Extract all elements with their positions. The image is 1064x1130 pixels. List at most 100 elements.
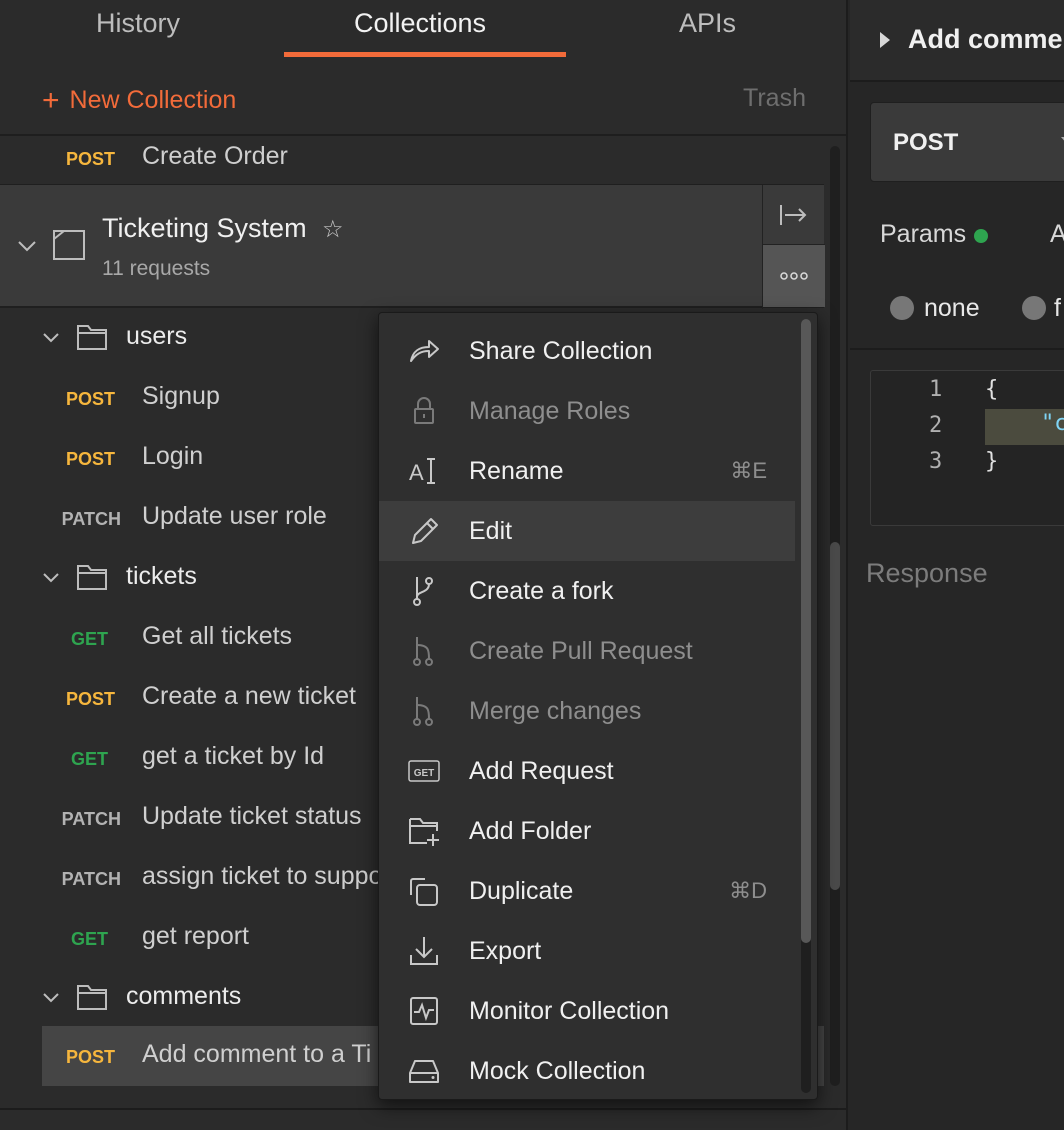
menu-item-create-fork[interactable]: Create a fork	[379, 561, 795, 621]
code-open-brace: {	[985, 377, 999, 402]
request-name: Login	[142, 442, 204, 470]
radio-label: f	[1054, 294, 1061, 322]
menu-item-export[interactable]: Export	[379, 921, 795, 981]
request-name: get report	[142, 922, 250, 950]
collection-folder-icon	[53, 230, 85, 260]
menu-item-label: Add Folder	[469, 817, 592, 845]
rename-icon: A	[409, 458, 435, 485]
tab-authorization[interactable]: A	[1050, 220, 1064, 249]
radio-none[interactable]	[890, 296, 914, 320]
more-horizontal-icon	[780, 272, 808, 280]
menu-item-add-request[interactable]: GET Add Request	[379, 741, 795, 801]
request-name: Create a new ticket	[142, 682, 356, 710]
menu-item-label: Duplicate	[469, 877, 574, 905]
monitor-icon	[410, 997, 438, 1025]
chevron-down-icon[interactable]	[14, 233, 40, 259]
menu-item-add-folder[interactable]: Add Folder	[379, 801, 795, 861]
request-name: assign ticket to suppo	[142, 862, 383, 890]
menu-item-mock-collection[interactable]: Mock Collection	[379, 1041, 795, 1101]
folder-icon	[77, 325, 107, 350]
radio-label: none	[924, 294, 980, 322]
folder-name: tickets	[126, 562, 197, 590]
menu-item-label: Monitor Collection	[469, 997, 670, 1025]
caret-right-icon[interactable]	[880, 32, 890, 48]
method-badge: POST	[65, 689, 115, 709]
menu-scrollbar-thumb[interactable]	[801, 319, 811, 943]
method-badge: POST	[65, 389, 115, 409]
arrow-to-right-icon	[780, 205, 807, 225]
request-name: Update user role	[142, 502, 327, 530]
mock-icon	[409, 1060, 439, 1083]
star-icon[interactable]: ☆	[322, 215, 344, 244]
chevron-down-icon[interactable]	[40, 326, 62, 348]
menu-item-edit[interactable]: Edit	[379, 501, 795, 561]
menu-item-merge-changes[interactable]: Merge changes	[379, 681, 795, 741]
pull-request-icon	[413, 637, 433, 666]
new-collection-button[interactable]: + New Collection	[42, 82, 236, 117]
response-heading: Response	[866, 558, 988, 588]
svg-text:A: A	[409, 460, 424, 485]
radio-form-data[interactable]	[1022, 296, 1046, 320]
export-icon	[410, 937, 438, 965]
chevron-down-icon[interactable]	[40, 566, 62, 588]
chevron-down-icon[interactable]	[40, 986, 62, 1008]
method-badge: POST	[65, 1047, 115, 1067]
menu-item-monitor-collection[interactable]: Monitor Collection	[379, 981, 795, 1041]
menu-item-duplicate[interactable]: Duplicate ⌘D	[379, 861, 795, 921]
code-close-brace: }	[985, 449, 999, 474]
folder-name: users	[126, 322, 188, 350]
request-tab[interactable]: Add commer	[850, 0, 1064, 82]
menu-item-rename[interactable]: A Rename ⌘E	[379, 441, 795, 501]
merge-icon	[413, 697, 433, 726]
sidebar-scrollbar-thumb[interactable]	[830, 542, 840, 890]
method-badge: GET	[70, 629, 108, 649]
shortcut-hint: ⌘E	[730, 458, 767, 483]
menu-item-label: Edit	[469, 517, 513, 545]
body-editor[interactable]: 1 2 3 { "c }	[870, 370, 1064, 526]
collection-side-actions	[762, 185, 825, 309]
svg-text:GET: GET	[414, 768, 435, 779]
request-title: Add commer	[908, 24, 1064, 54]
menu-item-label: Add Request	[469, 757, 614, 785]
active-tab-indicator	[284, 52, 566, 57]
line-number: 2	[929, 413, 943, 438]
method-badge: GET	[70, 929, 108, 949]
menu-item-create-pull-request[interactable]: Create Pull Request	[379, 621, 795, 681]
request-name: Add comment to a Ti	[142, 1040, 372, 1068]
menu-item-label: Manage Roles	[469, 397, 631, 425]
method-badge: PATCH	[61, 869, 121, 889]
list-item[interactable]: POST Create Order	[0, 128, 828, 188]
menu-item-label: Create a fork	[469, 577, 614, 605]
sidebar-footer	[0, 1108, 846, 1130]
fork-icon	[413, 577, 433, 606]
folder-icon	[77, 985, 107, 1010]
request-name: Create Order	[142, 142, 288, 170]
line-number: 1	[929, 377, 943, 402]
folder-icon	[77, 565, 107, 590]
method-badge: PATCH	[61, 809, 121, 829]
pencil-icon	[412, 518, 438, 544]
method-select[interactable]: POST	[870, 102, 1064, 182]
code-string: "c	[1041, 411, 1064, 436]
method-badge: POST	[65, 149, 115, 169]
menu-item-label: Mock Collection	[469, 1057, 646, 1085]
more-actions-button[interactable]	[763, 245, 825, 307]
trash-link[interactable]: Trash	[743, 84, 806, 113]
menu-item-share-collection[interactable]: Share Collection	[379, 321, 795, 381]
method-badge: GET	[70, 749, 108, 769]
tab-history[interactable]: History	[96, 8, 180, 39]
tab-apis[interactable]: APIs	[679, 8, 736, 39]
method-value: POST	[893, 129, 959, 156]
tab-collections[interactable]: Collections	[354, 8, 486, 39]
menu-item-label: Share Collection	[469, 337, 653, 365]
divider	[850, 348, 1064, 350]
expand-collection-button[interactable]	[763, 185, 825, 245]
menu-item-label: Export	[469, 937, 542, 965]
request-name: Signup	[142, 382, 220, 410]
tab-params[interactable]: Params	[880, 220, 966, 249]
collection-header[interactable]: Ticketing System ☆ 11 requests	[0, 184, 825, 309]
menu-item-manage-roles[interactable]: Manage Roles	[379, 381, 795, 441]
collection-context-menu: Share Collection Manage Roles A Rename ⌘…	[378, 312, 818, 1100]
method-badge: POST	[65, 449, 115, 469]
request-name: get a ticket by Id	[142, 742, 325, 770]
